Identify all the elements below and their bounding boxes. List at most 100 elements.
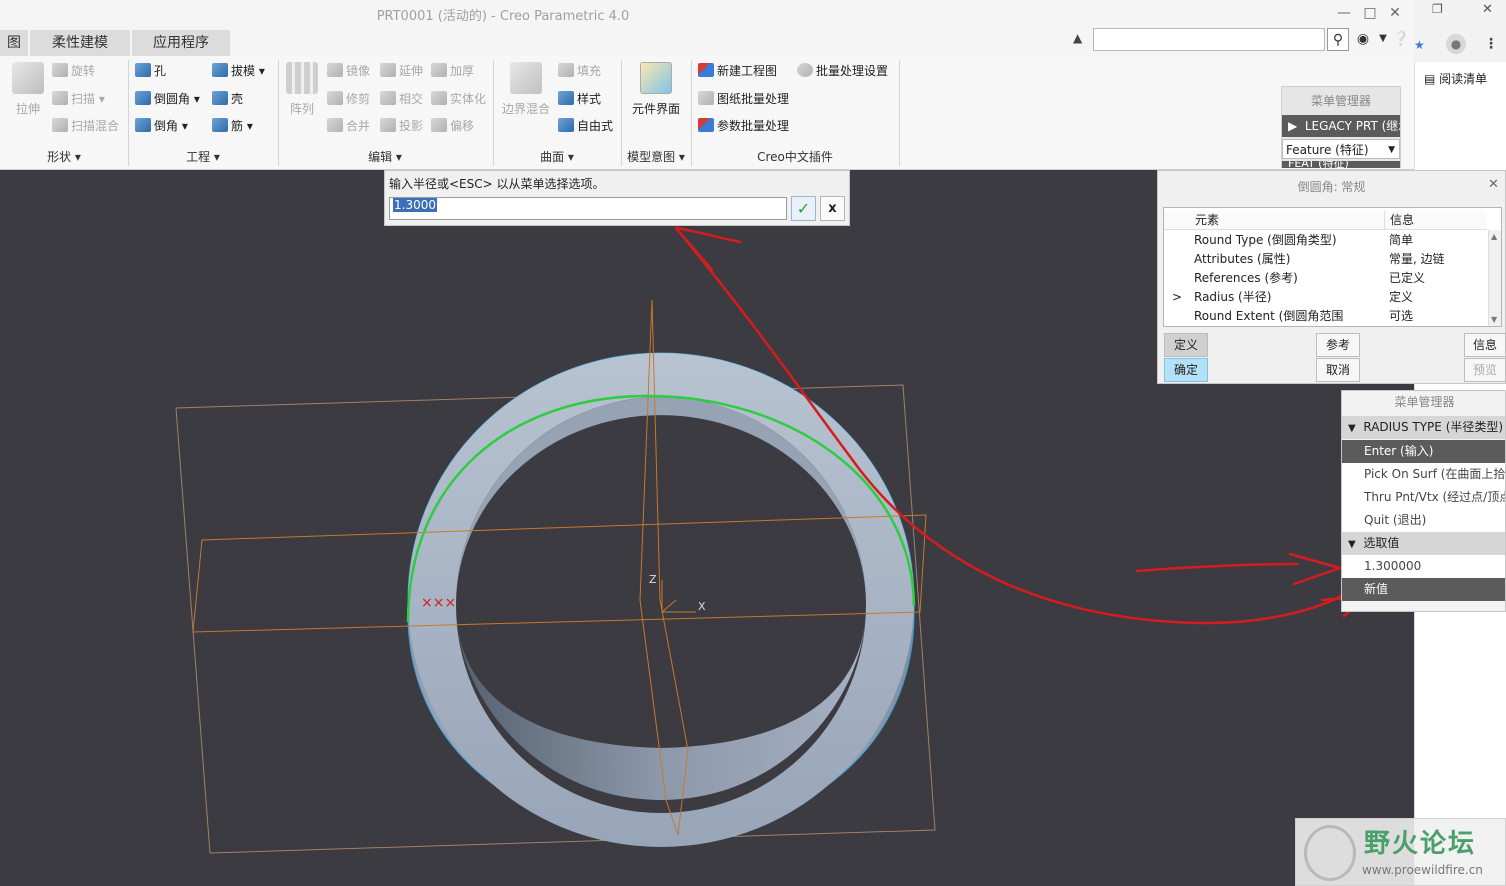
rib-button[interactable]: 筋 ▾ bbox=[212, 116, 253, 136]
offset-button[interactable]: 偏移 bbox=[431, 116, 474, 136]
extend-button[interactable]: 延伸 bbox=[380, 61, 423, 81]
boundary-blend-button[interactable]: 边界混合 bbox=[498, 62, 554, 117]
swept-blend-icon bbox=[52, 118, 68, 132]
extrude-button[interactable]: 拉伸 bbox=[8, 62, 48, 117]
menu-legacy-prt[interactable]: ▶ LEGACY PRT (继承 bbox=[1282, 115, 1400, 137]
swept-blend-button[interactable]: 扫描混合 bbox=[52, 116, 119, 136]
thicken-button[interactable]: 加厚 bbox=[431, 61, 474, 81]
edge-marks: ××× bbox=[421, 595, 456, 611]
batch-settings-button[interactable]: 批量处理设置 bbox=[797, 61, 888, 81]
sweep-button[interactable]: 扫描 ▾ bbox=[52, 89, 105, 109]
group-label-engineering[interactable]: 工程 ▾ bbox=[128, 148, 278, 166]
menu-feat[interactable]: FEAT (特征) bbox=[1282, 161, 1400, 168]
shell-icon bbox=[212, 91, 228, 105]
chevron-down-icon: ▼ bbox=[1348, 423, 1356, 434]
help-icon[interactable]: ❔ bbox=[1390, 28, 1412, 51]
draft-button[interactable]: 拔模 ▾ bbox=[212, 61, 265, 81]
search-icon[interactable]: ⚲ bbox=[1327, 28, 1349, 51]
menu-item-quit[interactable]: Quit (退出) bbox=[1342, 509, 1505, 532]
round-button[interactable]: 倒圆角 ▾ bbox=[135, 89, 200, 109]
param-batch-button[interactable]: 参数批量处理 bbox=[698, 116, 789, 136]
freestyle-button[interactable]: 自由式 bbox=[558, 116, 613, 136]
solidify-icon bbox=[431, 91, 447, 105]
scroll-down-icon[interactable]: ▼ bbox=[1491, 315, 1497, 324]
round-element-table[interactable]: 元素 信息 Round Type (倒圆角类型) 简单 Attributes (属… bbox=[1163, 207, 1502, 327]
revolve-button[interactable]: 旋转 bbox=[52, 61, 95, 81]
ring-body[interactable] bbox=[407, 352, 915, 847]
menu-item-thru-pnt[interactable]: Thru Pnt/Vtx (经过点/顶点 bbox=[1342, 486, 1505, 509]
reference-button[interactable]: 参考 bbox=[1316, 333, 1360, 357]
search-input[interactable] bbox=[1093, 28, 1325, 51]
shell-button[interactable]: 壳 bbox=[212, 89, 243, 109]
freestyle-icon bbox=[558, 118, 574, 132]
feature-select[interactable]: Feature (特征) ▼ bbox=[1282, 139, 1400, 159]
drawing-batch-icon bbox=[698, 91, 714, 105]
community-icon[interactable]: ◉ bbox=[1352, 28, 1374, 51]
cancel-button[interactable]: 取消 bbox=[1316, 358, 1360, 382]
chamfer-button[interactable]: 倒角 ▾ bbox=[135, 116, 188, 136]
project-button[interactable]: 投影 bbox=[380, 116, 423, 136]
round-icon bbox=[135, 91, 151, 105]
extend-icon bbox=[380, 63, 396, 77]
info-button[interactable]: 信息 bbox=[1464, 333, 1506, 357]
style-icon bbox=[558, 91, 574, 105]
menu-item-pick-on-surf[interactable]: Pick On Surf (在曲面上拾取 bbox=[1342, 463, 1505, 486]
component-interface-button[interactable]: 元件界面 bbox=[626, 62, 686, 117]
menu-new-value-item[interactable]: 新值 bbox=[1342, 578, 1505, 601]
collapse-ribbon-icon[interactable]: ▲ bbox=[1073, 31, 1082, 45]
table-scrollbar[interactable]: ▲ ▼ bbox=[1488, 230, 1501, 326]
pattern-button[interactable]: 阵列 bbox=[284, 62, 320, 117]
group-label-model-intent[interactable]: 模型意图 ▾ bbox=[621, 148, 691, 166]
drawing-batch-button[interactable]: 图纸批量处理 bbox=[698, 89, 789, 109]
menu-radius-type-header[interactable]: ▼ RADIUS TYPE (半径类型) bbox=[1342, 416, 1505, 439]
scroll-up-icon[interactable]: ▲ bbox=[1491, 232, 1497, 241]
table-row[interactable]: > Radius (半径) 定义 bbox=[1164, 288, 1487, 307]
close-icon[interactable]: ✕ bbox=[1488, 177, 1499, 192]
avatar[interactable]: ● bbox=[1446, 34, 1466, 54]
menu-manager-header: 菜单管理器 bbox=[1394, 395, 1455, 409]
cancel-input-button[interactable]: x bbox=[820, 196, 845, 221]
mirror-button[interactable]: 镜像 bbox=[327, 61, 370, 81]
input-prompt: 输入半径或<ESC> 以从菜单选择选项。 bbox=[389, 177, 605, 191]
checkmark-icon: ✓ bbox=[796, 199, 811, 218]
close-icon[interactable]: ✕ bbox=[1482, 2, 1493, 17]
component-interface-icon bbox=[640, 62, 672, 94]
new-drawing-button[interactable]: 新建工程图 bbox=[698, 61, 777, 81]
accept-button[interactable]: ✓ bbox=[791, 196, 816, 221]
offset-icon bbox=[431, 118, 447, 132]
group-label-editing[interactable]: 编辑 ▾ bbox=[278, 148, 492, 166]
reading-list-link[interactable]: ▤ 阅读清单 bbox=[1424, 70, 1487, 87]
sweep-icon bbox=[52, 91, 68, 105]
maximize-icon[interactable]: □ bbox=[1359, 3, 1381, 23]
menu-value-item[interactable]: 1.300000 bbox=[1342, 555, 1505, 578]
tab-applications[interactable]: 应用程序 bbox=[132, 30, 230, 56]
table-row[interactable]: References (参考) 已定义 bbox=[1164, 269, 1487, 288]
new-drawing-icon bbox=[698, 63, 714, 77]
hole-button[interactable]: 孔 bbox=[135, 61, 166, 81]
menu-select-value-header[interactable]: ▼ 选取值 bbox=[1342, 532, 1505, 555]
radius-input[interactable]: 1.3000 bbox=[389, 197, 787, 220]
restore-icon[interactable]: ❐ bbox=[1432, 2, 1443, 16]
table-row[interactable]: Attributes (属性) 常量, 边链 bbox=[1164, 250, 1487, 269]
close-icon[interactable]: ✕ bbox=[1384, 3, 1406, 23]
tab-view[interactable]: 图 bbox=[0, 30, 28, 56]
group-label-surfaces[interactable]: 曲面 ▾ bbox=[493, 148, 621, 166]
minimize-icon[interactable]: — bbox=[1333, 3, 1355, 23]
axis-label-x: X bbox=[698, 600, 706, 613]
style-button[interactable]: 样式 bbox=[558, 89, 601, 109]
menu-item-enter[interactable]: Enter (输入) bbox=[1342, 440, 1505, 463]
ok-button[interactable]: 确定 bbox=[1164, 358, 1208, 382]
intersect-button[interactable]: 相交 bbox=[380, 89, 423, 109]
define-button[interactable]: 定义 bbox=[1164, 333, 1208, 357]
merge-button[interactable]: 合并 bbox=[327, 116, 370, 136]
fill-button[interactable]: 填充 bbox=[558, 61, 601, 81]
table-row[interactable]: Round Extent (倒圆角范围 可选 bbox=[1164, 307, 1487, 326]
trim-button[interactable]: 修剪 bbox=[327, 89, 370, 109]
star-icon[interactable]: ★ bbox=[1414, 38, 1425, 52]
tab-flexible-modeling[interactable]: 柔性建模 bbox=[30, 30, 130, 56]
group-label-shape[interactable]: 形状 ▾ bbox=[0, 148, 128, 166]
preview-button[interactable]: 预览 bbox=[1464, 358, 1506, 382]
more-icon[interactable]: ⋮ bbox=[1484, 36, 1498, 52]
solidify-button[interactable]: 实体化 bbox=[431, 89, 486, 109]
table-row[interactable]: Round Type (倒圆角类型) 简单 bbox=[1164, 231, 1487, 250]
